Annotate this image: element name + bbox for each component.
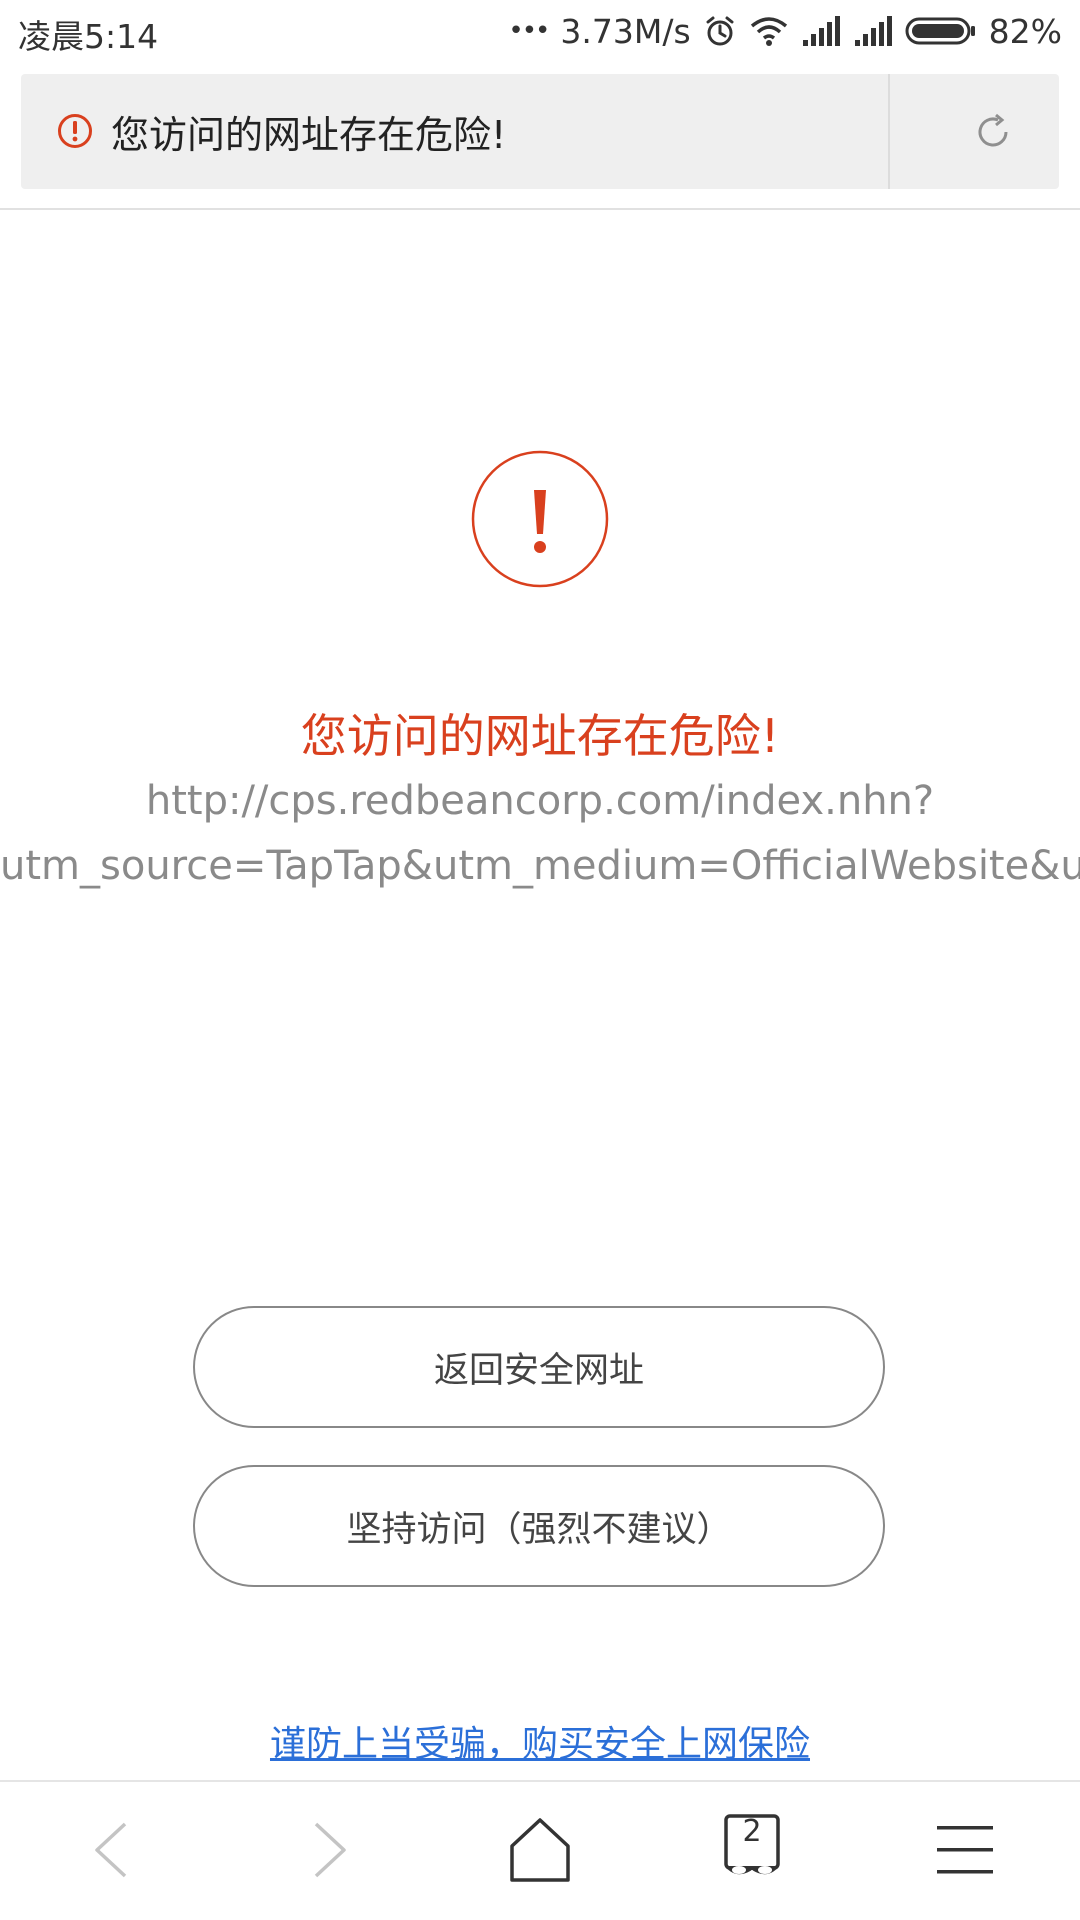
address-divider — [888, 74, 890, 189]
refresh-icon[interactable] — [971, 110, 1015, 154]
status-bar: 凌晨5:14 ••• 3.73M/s 82% — [0, 0, 1080, 62]
bottom-nav: 2 — [0, 1782, 1080, 1920]
insurance-link[interactable]: 谨防上当受骗，购买安全上网保险 — [0, 1715, 1080, 1767]
status-time: 凌晨5:14 — [18, 17, 159, 56]
back-icon[interactable] — [75, 1810, 155, 1890]
network-speed: 3.73M/s — [560, 11, 691, 51]
tabs-icon[interactable]: 2 — [712, 1810, 792, 1890]
battery-icon — [905, 16, 977, 46]
warning-icon — [57, 113, 93, 149]
alarm-icon — [703, 14, 737, 48]
continue-visit-button[interactable]: 坚持访问（强烈不建议） — [193, 1465, 885, 1587]
address-text[interactable]: 您访问的网址存在危险! — [111, 104, 506, 159]
warning-title: 您访问的网址存在危险! — [300, 709, 780, 763]
battery-percent: 82% — [988, 11, 1062, 51]
dangerous-url-line-2: utm_source=TapTap&utm_medium=OfficialWeb… — [0, 843, 1080, 889]
warning-icon — [471, 450, 609, 588]
tabs-count: 2 — [742, 1814, 762, 1849]
signal-icon — [801, 14, 841, 48]
signal-icon — [853, 14, 893, 48]
top-divider — [0, 208, 1080, 210]
forward-icon[interactable] — [286, 1810, 366, 1890]
menu-icon[interactable] — [925, 1810, 1005, 1890]
home-icon[interactable] — [500, 1810, 580, 1890]
dangerous-url-line-1: http://cps.redbeancorp.com/index.nhn? — [145, 778, 935, 824]
wifi-icon — [749, 14, 789, 48]
address-bar[interactable]: 您访问的网址存在危险! — [21, 74, 1059, 189]
return-safe-button[interactable]: 返回安全网址 — [193, 1306, 885, 1428]
status-right: ••• 3.73M/s 82% — [508, 10, 1062, 52]
more-dots: ••• — [508, 16, 550, 46]
